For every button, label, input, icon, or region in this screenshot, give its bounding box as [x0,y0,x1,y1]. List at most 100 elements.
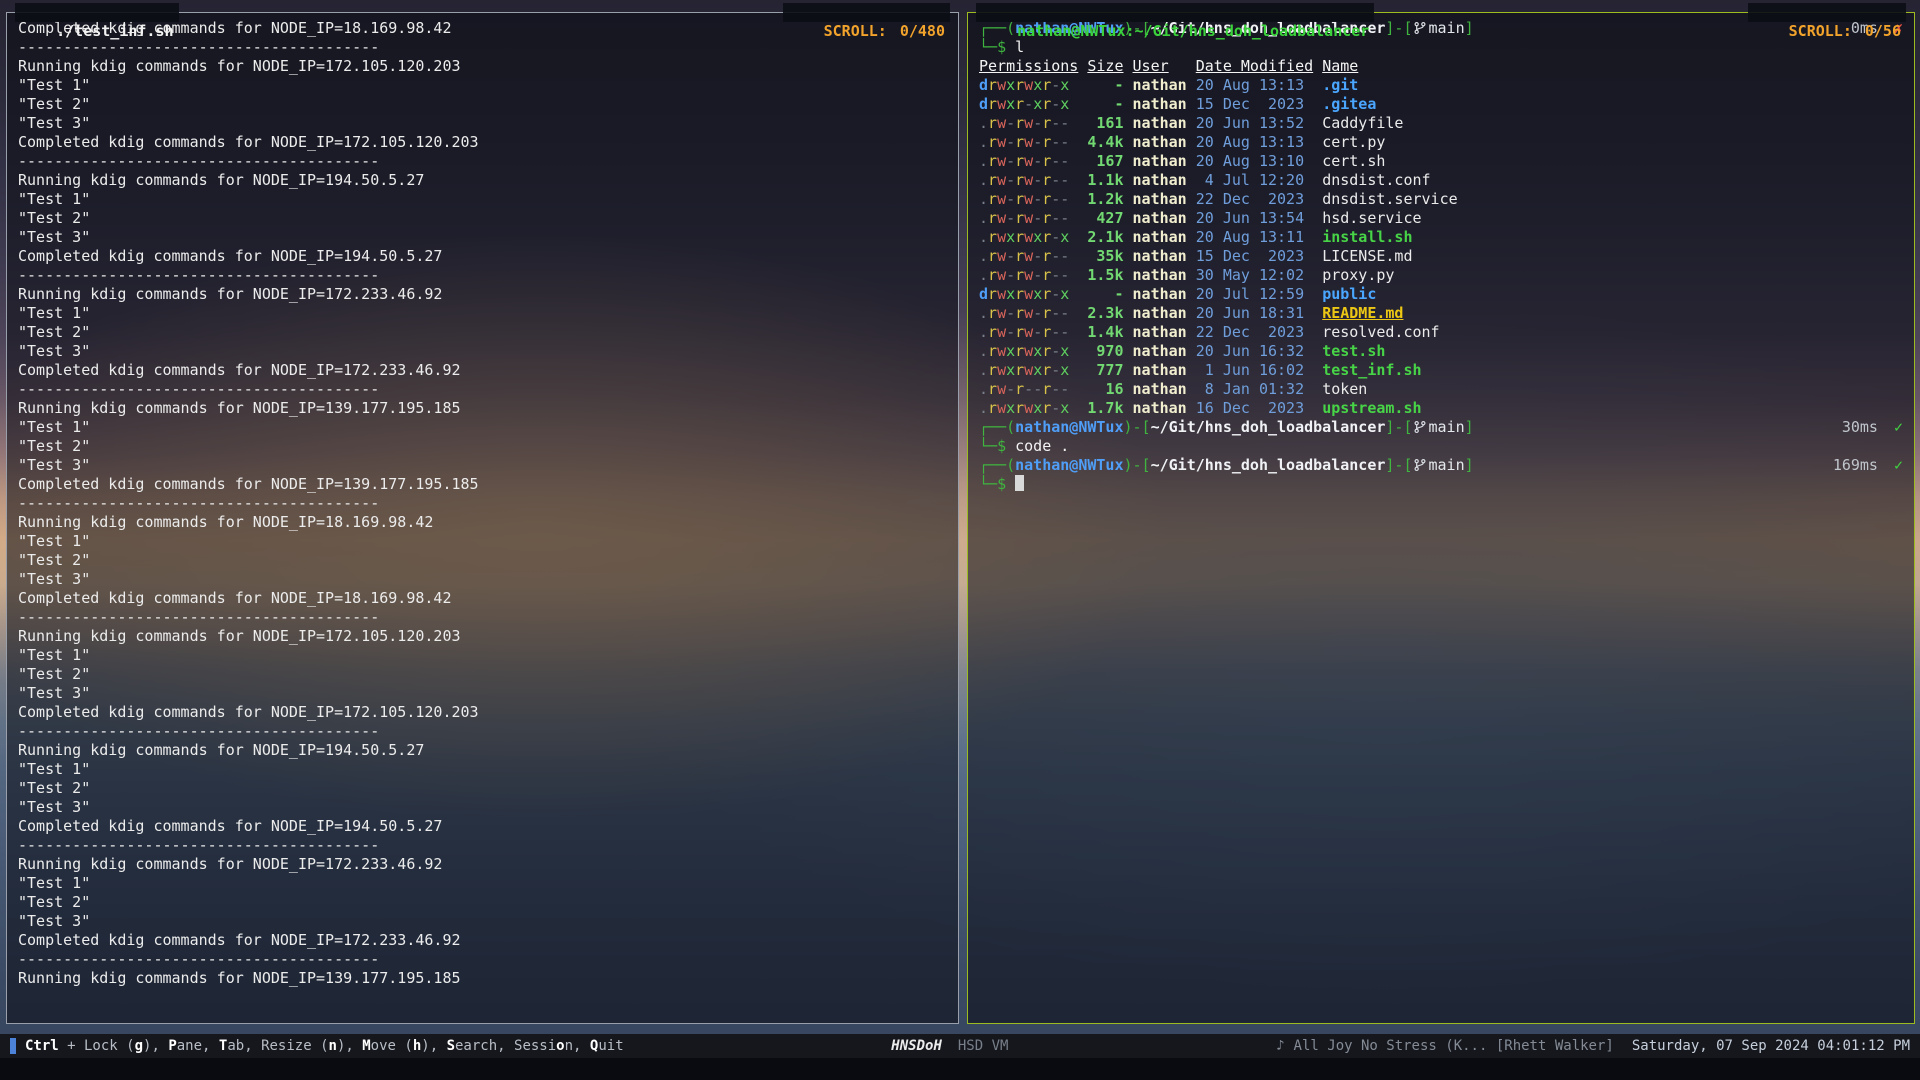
perm-char: - [1051,190,1060,208]
perm-char: - [1033,114,1042,132]
pane-right[interactable]: nathan@NWTux:~/Git/hns_doh_loadbalancer … [967,12,1915,1024]
perm-char: r [988,152,997,170]
perm-char: d [979,76,988,94]
file-row[interactable]: .rw-rw-r-- 167 nathan 20 Aug 13:10 cert.… [979,152,1903,171]
file-row[interactable]: .rw-rw-r-- 1.1k nathan 4 Jul 12:20 dnsdi… [979,171,1903,190]
git-branch-icon [1413,458,1427,472]
perm-char: r [988,133,997,151]
file-row[interactable]: .rw-rw-r-- 2.3k nathan 20 Jun 18:31 READ… [979,304,1903,323]
prompt-path: ~/Git/hns_doh_loadbalancer [1151,456,1386,474]
file-row[interactable]: .rwxrwxr-x 2.1k nathan 20 Aug 13:11 inst… [979,228,1903,247]
perm-char: . [979,171,988,189]
terminal-cursor [1015,475,1024,491]
perm-char: - [1051,380,1060,398]
perm-char: r [1015,114,1024,132]
file-name: install.sh [1322,228,1412,246]
mode-indicator [10,1038,16,1054]
file-name: proxy.py [1322,266,1394,284]
perm-char: x [1006,228,1015,246]
command-line[interactable]: └─$ code . [979,437,1903,456]
perm-char: - [1060,304,1069,322]
perm-char: - [1006,209,1015,227]
terminal-line: ---------------------------------------- [18,494,947,513]
file-row[interactable]: .rwxrwxr-x 1.7k nathan 16 Dec 2023 upstr… [979,399,1903,418]
hint-segment: uit [598,1038,623,1054]
file-date: 20 Jun 18:31 [1196,304,1304,322]
hint-segment: S [447,1038,455,1054]
pane-left-scroll-indicator: SCROLL:0/480 [783,3,951,22]
command-duration: 169ms [1833,456,1878,475]
terminal-line: "Test 3" [18,456,947,475]
file-row[interactable]: .rwxrwxr-x 970 nathan 20 Jun 16:32 test.… [979,342,1903,361]
file-name: token [1322,380,1367,398]
file-row[interactable]: .rw-rw-r-- 427 nathan 20 Jun 13:54 hsd.s… [979,209,1903,228]
hint-segment: n [329,1038,337,1054]
file-row[interactable]: .rw-rw-r-- 1.4k nathan 22 Dec 2023 resol… [979,323,1903,342]
pane-left-content[interactable]: Completed kdig commands for NODE_IP=18.1… [8,14,957,1022]
now-playing: All Joy No Stress (K... [Rhett Walker] [1294,1038,1614,1054]
perm-char: r [988,380,997,398]
terminal-line: ---------------------------------------- [18,836,947,855]
terminal-line: "Test 2" [18,779,947,798]
pane-left[interactable]: ./test_inf.sh SCROLL:0/480 Completed kdi… [6,12,959,1024]
prompt-frame: ]-[ [1385,19,1412,37]
prompt-branch: main [1429,19,1465,37]
hint-segment: M [362,1038,370,1054]
perm-char: . [979,152,988,170]
git-branch-icon [1413,420,1427,434]
file-row[interactable]: .rwxrwxr-x 777 nathan 1 Jun 16:02 test_i… [979,361,1903,380]
hint-segment: ), [143,1038,168,1054]
terminal-line: Running kdig commands for NODE_IP=172.23… [18,855,947,874]
perm-char: r [1015,285,1024,303]
check-icon: ✓ [1894,418,1903,437]
file-row[interactable]: .rw-rw-r-- 161 nathan 20 Jun 13:52 Caddy… [979,114,1903,133]
file-row[interactable]: .rw-rw-r-- 1.2k nathan 22 Dec 2023 dnsdi… [979,190,1903,209]
perm-char: r [1042,76,1051,94]
scroll-label: SCROLL: [824,22,887,40]
terminal-line: "Test 2" [18,323,947,342]
terminal-line: "Test 1" [18,760,947,779]
terminal-line: "Test 2" [18,437,947,456]
prompt-frame: └─ [979,475,997,493]
perm-char: w [997,266,1006,284]
terminal-line: Completed kdig commands for NODE_IP=172.… [18,931,947,950]
perm-char: r [1015,190,1024,208]
perm-char: - [1060,323,1069,341]
prompt-branch: main [1429,418,1465,436]
file-permissions: .rwxrwxr-x [979,361,1069,379]
file-date: 20 Aug 13:11 [1196,228,1304,246]
file-row[interactable]: .rw-rw-r-- 35k nathan 15 Dec 2023 LICENS… [979,247,1903,266]
pane-right-content[interactable]: ┌──(nathan@NWTux)-[~/Git/hns_doh_loadbal… [969,14,1913,1022]
prompt-frame: ]-[ [1385,456,1412,474]
perm-char: - [1051,247,1060,265]
file-date: 16 Dec 2023 [1196,399,1304,417]
perm-char: x [1006,285,1015,303]
perm-char: . [979,323,988,341]
perm-char: - [1051,152,1060,170]
hint-segment: n, [565,1038,590,1054]
file-row[interactable]: drwxrwxr-x - nathan 20 Jul 12:59 public [979,285,1903,304]
file-row[interactable]: drwxrwxr-x - nathan 20 Aug 13:13 .git [979,76,1903,95]
file-size: 167 [1096,152,1123,170]
perm-char: - [1051,285,1060,303]
hint-segment: o [556,1038,564,1054]
command-line[interactable]: └─$ [979,475,1903,494]
perm-char: . [979,209,988,227]
file-size: 4.4k [1087,133,1123,151]
file-user: nathan [1133,304,1187,322]
perm-char: - [1051,266,1060,284]
file-name: upstream.sh [1322,399,1421,417]
terminal-line: "Test 1" [18,532,947,551]
file-row[interactable]: .rw-rw-r-- 1.5k nathan 30 May 12:02 prox… [979,266,1903,285]
perm-char: r [1015,133,1024,151]
terminal-line: Running kdig commands for NODE_IP=18.169… [18,513,947,532]
file-row[interactable]: .rw-r--r-- 16 nathan 8 Jan 01:32 token [979,380,1903,399]
prompt-branch: main [1429,456,1465,474]
file-row[interactable]: drwxr-xr-x - nathan 15 Dec 2023 .gitea [979,95,1903,114]
file-row[interactable]: .rw-rw-r-- 4.4k nathan 20 Aug 13:13 cert… [979,133,1903,152]
perm-char: - [1051,133,1060,151]
terminal-line: "Test 3" [18,114,947,133]
pane-right-scroll-indicator: SCROLL:0/56 [1748,3,1906,22]
hint-segment: ), [337,1038,362,1054]
file-name: Caddyfile [1322,114,1403,132]
